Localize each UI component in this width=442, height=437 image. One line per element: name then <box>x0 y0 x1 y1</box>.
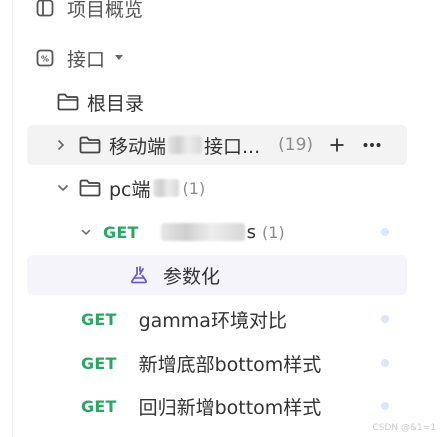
status-dot <box>381 402 389 410</box>
tree-item-root[interactable]: 根目录 <box>27 82 407 122</box>
tree-api-item[interactable]: GET 回归新增bottom样式 <box>27 386 407 426</box>
api-label: 回归新增bottom样式 <box>138 396 322 419</box>
status-dot <box>381 315 389 323</box>
nav-overview-label: 项目概览 <box>67 0 144 21</box>
tree-folder-mobile[interactable]: 移动端 接口... (19) <box>27 125 407 165</box>
svg-text:%: % <box>41 55 49 64</box>
folder-pc-label: pc端 <box>109 178 151 201</box>
tree-api-item[interactable]: GET 新增底部bottom样式 <box>27 343 407 383</box>
add-icon[interactable] <box>329 137 345 153</box>
folder-mobile-count: (19) <box>278 135 314 155</box>
api-label: gamma环境对比 <box>138 309 287 332</box>
api-tree-panel: 项目概览 % 接口 根目录 移动端 接口... (19) pc端 (1) GET… <box>12 0 429 437</box>
folder-icon <box>57 93 79 111</box>
folder-icon <box>79 136 101 154</box>
api-method-badge: GET <box>81 309 117 329</box>
chevron-down-icon[interactable] <box>57 184 69 192</box>
tree-api-item[interactable]: GET s (1) <box>27 212 407 252</box>
api-label: 新增底部bottom样式 <box>138 353 322 376</box>
api-module-icon: % <box>33 49 57 67</box>
chevron-right-icon[interactable] <box>57 139 65 151</box>
folder-pc-count: (1) <box>182 178 206 198</box>
status-dot <box>381 228 389 236</box>
nav-item-api[interactable]: % 接口 <box>27 38 407 78</box>
api-s-label-tail: s <box>246 221 256 243</box>
more-icon[interactable] <box>363 142 381 148</box>
api-method-badge: GET <box>103 222 139 242</box>
redacted-text <box>152 179 179 197</box>
redacted-text <box>168 136 203 154</box>
overview-icon <box>33 0 57 17</box>
api-s-count: (1) <box>261 222 285 242</box>
folder-mobile-label-b: 接口... <box>204 135 261 158</box>
nav-item-overview[interactable]: 项目概览 <box>27 0 407 28</box>
folder-mobile-label-a: 移动端 <box>109 135 167 158</box>
redacted-text <box>160 223 245 241</box>
tree-api-item[interactable]: GET gamma环境对比 <box>27 299 407 339</box>
nav-api-label: 接口 <box>67 48 106 71</box>
param-label: 参数化 <box>163 265 221 288</box>
tree-param-item[interactable]: 参数化 <box>27 255 407 295</box>
status-dot <box>381 359 389 367</box>
chevron-down-icon[interactable] <box>81 229 91 236</box>
parameterize-icon <box>129 265 149 285</box>
api-method-badge: GET <box>81 353 117 373</box>
tree-folder-pc[interactable]: pc端 (1) <box>27 168 407 208</box>
tree-item-root-label: 根目录 <box>87 92 145 115</box>
watermark: CSDN @&1=1 <box>372 423 436 433</box>
caret-down-icon[interactable] <box>115 55 124 61</box>
folder-icon <box>79 179 101 197</box>
api-method-badge: GET <box>81 396 117 416</box>
